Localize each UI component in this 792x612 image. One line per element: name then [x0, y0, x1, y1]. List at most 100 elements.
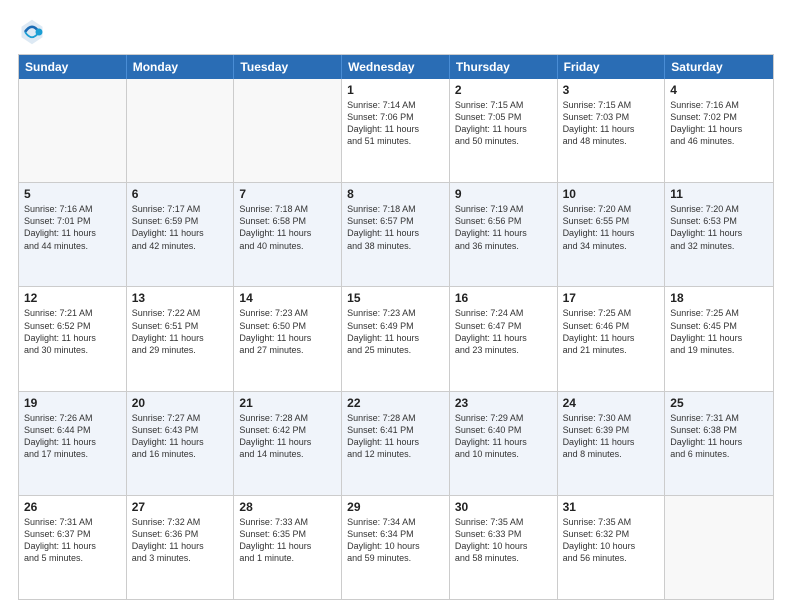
calendar-cell-row1-col4: 9 Sunrise: 7:19 AM Sunset: 6:56 PM Daylig…	[450, 183, 558, 286]
cell-info: Sunrise: 7:23 AM Sunset: 6:49 PM Dayligh…	[347, 307, 444, 356]
day-number: 17	[563, 291, 660, 305]
calendar-body: 1 Sunrise: 7:14 AM Sunset: 7:06 PM Daylig…	[19, 79, 773, 599]
day-number: 30	[455, 500, 552, 514]
cell-info: Sunrise: 7:16 AM Sunset: 7:02 PM Dayligh…	[670, 99, 768, 148]
day-number: 29	[347, 500, 444, 514]
calendar-cell-row4-col3: 29 Sunrise: 7:34 AM Sunset: 6:34 PM Dayli…	[342, 496, 450, 599]
cell-info: Sunrise: 7:16 AM Sunset: 7:01 PM Dayligh…	[24, 203, 121, 252]
cell-info: Sunrise: 7:27 AM Sunset: 6:43 PM Dayligh…	[132, 412, 229, 461]
cell-info: Sunrise: 7:32 AM Sunset: 6:36 PM Dayligh…	[132, 516, 229, 565]
day-number: 10	[563, 187, 660, 201]
cell-info: Sunrise: 7:17 AM Sunset: 6:59 PM Dayligh…	[132, 203, 229, 252]
calendar-cell-row1-col1: 6 Sunrise: 7:17 AM Sunset: 6:59 PM Daylig…	[127, 183, 235, 286]
weekday-header-wednesday: Wednesday	[342, 55, 450, 79]
day-number: 4	[670, 83, 768, 97]
day-number: 12	[24, 291, 121, 305]
page: SundayMondayTuesdayWednesdayThursdayFrid…	[0, 0, 792, 612]
calendar-cell-row4-col4: 30 Sunrise: 7:35 AM Sunset: 6:33 PM Dayli…	[450, 496, 558, 599]
cell-info: Sunrise: 7:20 AM Sunset: 6:53 PM Dayligh…	[670, 203, 768, 252]
cell-info: Sunrise: 7:23 AM Sunset: 6:50 PM Dayligh…	[239, 307, 336, 356]
calendar-cell-row3-col5: 24 Sunrise: 7:30 AM Sunset: 6:39 PM Dayli…	[558, 392, 666, 495]
cell-info: Sunrise: 7:24 AM Sunset: 6:47 PM Dayligh…	[455, 307, 552, 356]
day-number: 8	[347, 187, 444, 201]
day-number: 15	[347, 291, 444, 305]
day-number: 20	[132, 396, 229, 410]
calendar-cell-row0-col3: 1 Sunrise: 7:14 AM Sunset: 7:06 PM Daylig…	[342, 79, 450, 182]
calendar-cell-row0-col6: 4 Sunrise: 7:16 AM Sunset: 7:02 PM Daylig…	[665, 79, 773, 182]
calendar-cell-row2-col3: 15 Sunrise: 7:23 AM Sunset: 6:49 PM Dayli…	[342, 287, 450, 390]
calendar-cell-row2-col4: 16 Sunrise: 7:24 AM Sunset: 6:47 PM Dayli…	[450, 287, 558, 390]
cell-info: Sunrise: 7:28 AM Sunset: 6:42 PM Dayligh…	[239, 412, 336, 461]
calendar-cell-row1-col3: 8 Sunrise: 7:18 AM Sunset: 6:57 PM Daylig…	[342, 183, 450, 286]
calendar-row-3: 19Sunrise: 7:26 AM Sunset: 6:44 PM Dayli…	[19, 391, 773, 495]
cell-info: Sunrise: 7:22 AM Sunset: 6:51 PM Dayligh…	[132, 307, 229, 356]
calendar-row-2: 12 Sunrise: 7:21 AM Sunset: 6:52 PM Dayli…	[19, 286, 773, 390]
calendar-header: SundayMondayTuesdayWednesdayThursdayFrid…	[19, 55, 773, 79]
day-number: 16	[455, 291, 552, 305]
calendar-cell-row3-col6: 25 Sunrise: 7:31 AM Sunset: 6:38 PM Dayli…	[665, 392, 773, 495]
calendar-cell-row3-col2: 21Sunrise: 7:28 AM Sunset: 6:42 PM Dayli…	[234, 392, 342, 495]
cell-info: Sunrise: 7:18 AM Sunset: 6:58 PM Dayligh…	[239, 203, 336, 252]
calendar-cell-row4-col1: 27 Sunrise: 7:32 AM Sunset: 6:36 PM Dayli…	[127, 496, 235, 599]
cell-info: Sunrise: 7:34 AM Sunset: 6:34 PM Dayligh…	[347, 516, 444, 565]
day-number: 6	[132, 187, 229, 201]
cell-info: Sunrise: 7:14 AM Sunset: 7:06 PM Dayligh…	[347, 99, 444, 148]
cell-info: Sunrise: 7:35 AM Sunset: 6:32 PM Dayligh…	[563, 516, 660, 565]
calendar-cell-row3-col4: 23 Sunrise: 7:29 AM Sunset: 6:40 PM Dayli…	[450, 392, 558, 495]
day-number: 24	[563, 396, 660, 410]
cell-info: Sunrise: 7:25 AM Sunset: 6:46 PM Dayligh…	[563, 307, 660, 356]
day-number: 1	[347, 83, 444, 97]
cell-info: Sunrise: 7:15 AM Sunset: 7:05 PM Dayligh…	[455, 99, 552, 148]
calendar-cell-row1-col5: 10Sunrise: 7:20 AM Sunset: 6:55 PM Dayli…	[558, 183, 666, 286]
day-number: 27	[132, 500, 229, 514]
day-number: 7	[239, 187, 336, 201]
calendar-cell-row3-col0: 19Sunrise: 7:26 AM Sunset: 6:44 PM Dayli…	[19, 392, 127, 495]
cell-info: Sunrise: 7:19 AM Sunset: 6:56 PM Dayligh…	[455, 203, 552, 252]
day-number: 13	[132, 291, 229, 305]
day-number: 31	[563, 500, 660, 514]
calendar-cell-row1-col0: 5 Sunrise: 7:16 AM Sunset: 7:01 PM Daylig…	[19, 183, 127, 286]
calendar-cell-row1-col6: 11 Sunrise: 7:20 AM Sunset: 6:53 PM Dayli…	[665, 183, 773, 286]
calendar-cell-row0-col5: 3 Sunrise: 7:15 AM Sunset: 7:03 PM Daylig…	[558, 79, 666, 182]
calendar-cell-row4-col5: 31 Sunrise: 7:35 AM Sunset: 6:32 PM Dayli…	[558, 496, 666, 599]
calendar-cell-row0-col0	[19, 79, 127, 182]
calendar-cell-row2-col6: 18Sunrise: 7:25 AM Sunset: 6:45 PM Dayli…	[665, 287, 773, 390]
calendar-cell-row4-col0: 26Sunrise: 7:31 AM Sunset: 6:37 PM Dayli…	[19, 496, 127, 599]
day-number: 3	[563, 83, 660, 97]
cell-info: Sunrise: 7:26 AM Sunset: 6:44 PM Dayligh…	[24, 412, 121, 461]
day-number: 9	[455, 187, 552, 201]
cell-info: Sunrise: 7:31 AM Sunset: 6:38 PM Dayligh…	[670, 412, 768, 461]
weekday-header-friday: Friday	[558, 55, 666, 79]
cell-info: Sunrise: 7:35 AM Sunset: 6:33 PM Dayligh…	[455, 516, 552, 565]
logo-icon	[18, 18, 46, 46]
cell-info: Sunrise: 7:21 AM Sunset: 6:52 PM Dayligh…	[24, 307, 121, 356]
weekday-header-monday: Monday	[127, 55, 235, 79]
calendar-cell-row4-col2: 28Sunrise: 7:33 AM Sunset: 6:35 PM Dayli…	[234, 496, 342, 599]
day-number: 23	[455, 396, 552, 410]
weekday-header-thursday: Thursday	[450, 55, 558, 79]
calendar-cell-row2-col1: 13 Sunrise: 7:22 AM Sunset: 6:51 PM Dayli…	[127, 287, 235, 390]
cell-info: Sunrise: 7:33 AM Sunset: 6:35 PM Dayligh…	[239, 516, 336, 565]
day-number: 18	[670, 291, 768, 305]
calendar-cell-row0-col1	[127, 79, 235, 182]
cell-info: Sunrise: 7:18 AM Sunset: 6:57 PM Dayligh…	[347, 203, 444, 252]
calendar-cell-row2-col0: 12 Sunrise: 7:21 AM Sunset: 6:52 PM Dayli…	[19, 287, 127, 390]
cell-info: Sunrise: 7:28 AM Sunset: 6:41 PM Dayligh…	[347, 412, 444, 461]
cell-info: Sunrise: 7:30 AM Sunset: 6:39 PM Dayligh…	[563, 412, 660, 461]
day-number: 5	[24, 187, 121, 201]
calendar-cell-row0-col4: 2 Sunrise: 7:15 AM Sunset: 7:05 PM Daylig…	[450, 79, 558, 182]
cell-info: Sunrise: 7:15 AM Sunset: 7:03 PM Dayligh…	[563, 99, 660, 148]
logo	[18, 18, 52, 46]
weekday-header-tuesday: Tuesday	[234, 55, 342, 79]
calendar-row-0: 1 Sunrise: 7:14 AM Sunset: 7:06 PM Daylig…	[19, 79, 773, 182]
day-number: 2	[455, 83, 552, 97]
cell-info: Sunrise: 7:29 AM Sunset: 6:40 PM Dayligh…	[455, 412, 552, 461]
day-number: 26	[24, 500, 121, 514]
day-number: 25	[670, 396, 768, 410]
day-number: 11	[670, 187, 768, 201]
calendar-cell-row0-col2	[234, 79, 342, 182]
calendar-row-1: 5 Sunrise: 7:16 AM Sunset: 7:01 PM Daylig…	[19, 182, 773, 286]
weekday-header-sunday: Sunday	[19, 55, 127, 79]
calendar-cell-row2-col5: 17 Sunrise: 7:25 AM Sunset: 6:46 PM Dayli…	[558, 287, 666, 390]
calendar-cell-row3-col3: 22Sunrise: 7:28 AM Sunset: 6:41 PM Dayli…	[342, 392, 450, 495]
